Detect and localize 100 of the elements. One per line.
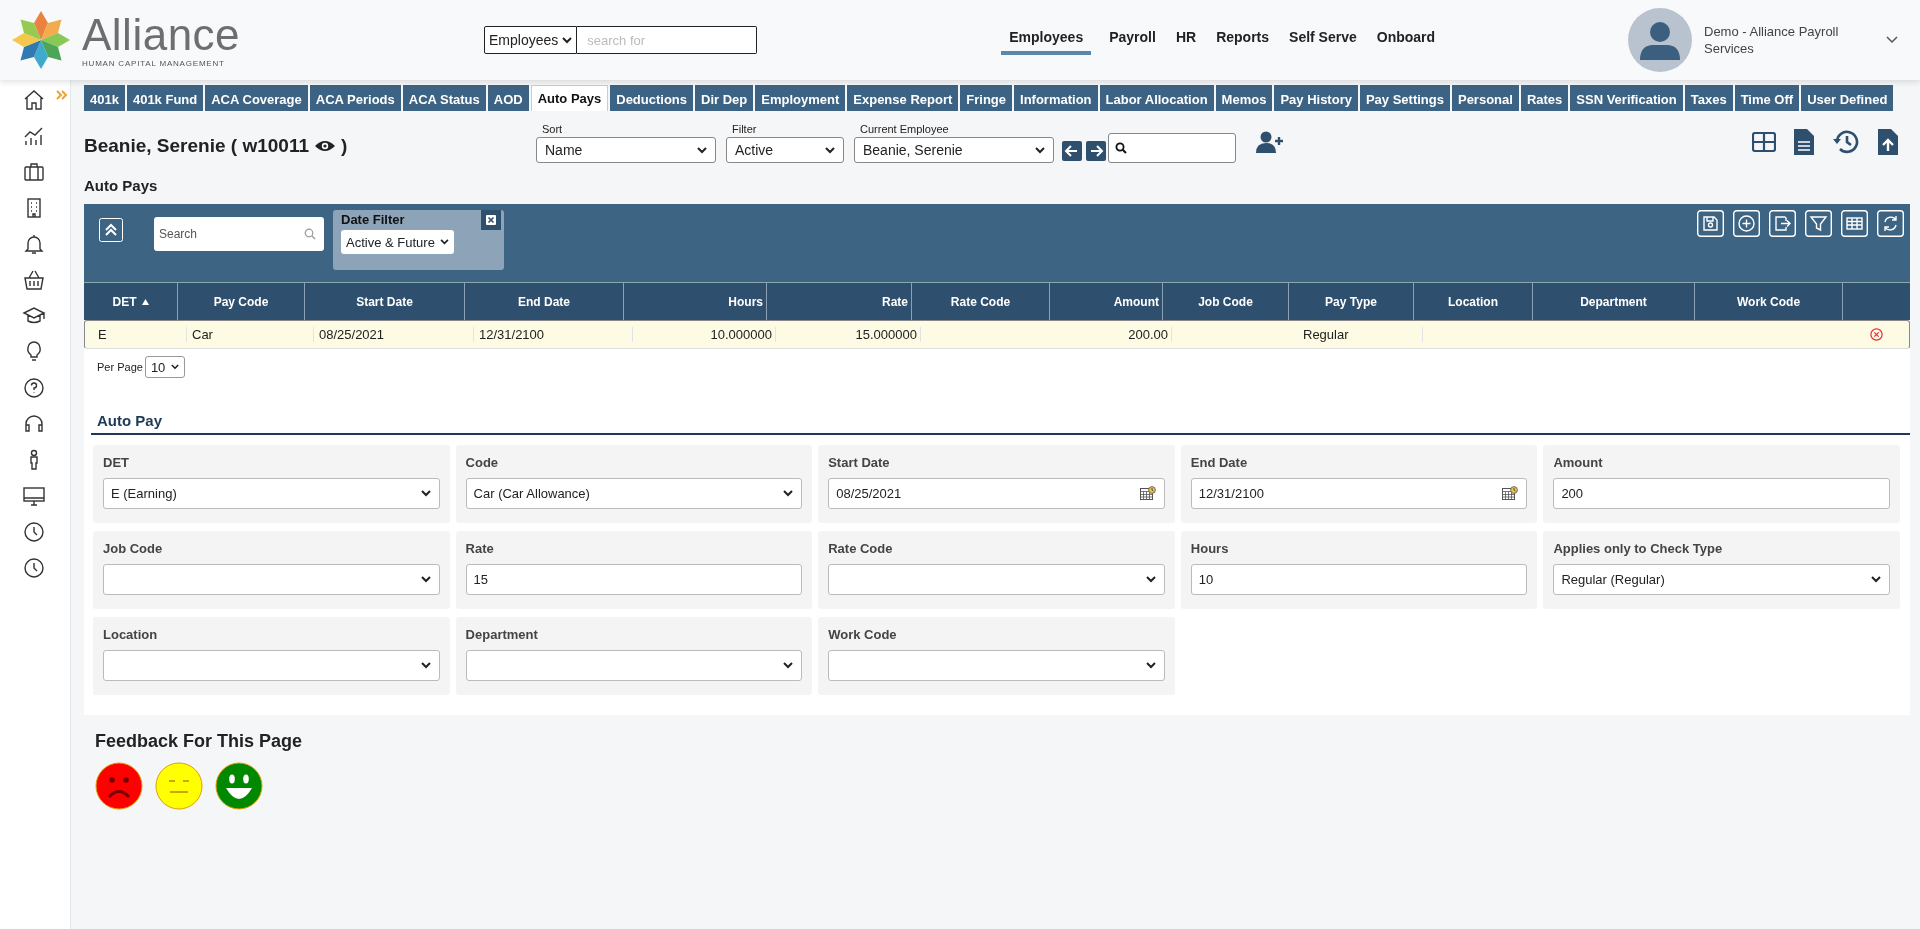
current-employee-label: Current Employee [859, 123, 950, 135]
chevron-down-icon[interactable] [1886, 36, 1898, 44]
caret-icon [171, 364, 180, 370]
sort-label: Sort [541, 123, 564, 135]
table-row[interactable]: E Car 08/25/2021 12/31/2100 10.000000 15.000000 200.00 Regular [84, 320, 1910, 349]
select-field[interactable] [103, 650, 440, 681]
help-icon[interactable] [22, 376, 46, 400]
tab[interactable]: Employment [755, 85, 846, 111]
previous-icon[interactable] [1062, 141, 1082, 161]
employee-title-end: ) [340, 135, 348, 157]
input-field[interactable]: 15 [465, 564, 803, 595]
home-icon[interactable] [22, 88, 46, 112]
logo-name: Alliance [82, 12, 241, 57]
tab[interactable]: Personal [1451, 85, 1519, 111]
select-field[interactable] [828, 564, 1165, 595]
select-field[interactable] [828, 650, 1165, 681]
tab[interactable]: Auto Pays [530, 85, 609, 111]
collapse-icon[interactable] [99, 218, 123, 242]
user-name: Demo - Alliance Payroll Services [1704, 23, 1840, 57]
monitor-icon[interactable] [22, 484, 46, 508]
select-field[interactable]: E (Earning) [103, 478, 440, 509]
filter-icon[interactable] [1805, 210, 1832, 237]
document-icon[interactable] [1794, 129, 1814, 155]
happy-face-icon[interactable] [215, 762, 263, 810]
field-label: Work Code [828, 627, 898, 642]
basket-icon[interactable] [22, 268, 46, 292]
nav-link[interactable]: Employees [1001, 25, 1092, 55]
avatar-icon[interactable] [1628, 8, 1692, 72]
caret-icon [783, 662, 794, 669]
sort-dropdown[interactable]: Name [536, 137, 716, 163]
nav-link[interactable]: Onboard [1374, 25, 1438, 55]
search-field[interactable]: search for [577, 26, 758, 54]
nav-link[interactable]: HR [1173, 25, 1199, 55]
save-icon[interactable] [1697, 210, 1724, 237]
nav-link[interactable]: Self Serve [1287, 25, 1359, 55]
input-field[interactable]: 200 [1553, 478, 1890, 509]
tab[interactable]: AOD [487, 85, 529, 111]
eye-icon[interactable] [313, 139, 336, 153]
tab[interactable]: Deductions [610, 85, 694, 111]
refresh-icon[interactable] [1877, 210, 1904, 237]
date-filter-dropdown[interactable]: Active & Future [341, 230, 454, 254]
select-field[interactable]: Car (Car Allowance) [465, 478, 803, 509]
select-field[interactable] [465, 650, 803, 681]
history-icon[interactable] [1832, 129, 1860, 155]
calendar-icon[interactable] [1502, 486, 1519, 501]
clock-icon[interactable] [22, 520, 46, 544]
caret-icon [825, 146, 835, 154]
upload-file-icon[interactable] [1878, 129, 1898, 155]
tab[interactable]: Taxes [1684, 85, 1733, 111]
search-scope-dropdown[interactable]: Employees [484, 26, 578, 54]
date-field[interactable]: 08/25/2021 [828, 478, 1165, 509]
add-user-icon[interactable] [1256, 131, 1284, 153]
bell-icon[interactable] [22, 232, 46, 256]
clock-icon[interactable] [22, 556, 46, 580]
table-cell: 200.00 [1128, 327, 1168, 342]
filter-label: Filter [731, 123, 758, 135]
table-icon[interactable] [1841, 210, 1868, 237]
caret-icon [420, 490, 431, 497]
tab[interactable]: Time Off [1734, 85, 1800, 111]
tab[interactable]: Pay History [1274, 85, 1358, 111]
select-field[interactable]: Regular (Regular) [1553, 564, 1890, 595]
tab[interactable]: Labor Allocation [1099, 85, 1214, 111]
current-employee-dropdown[interactable]: Beanie, Serenie [854, 137, 1054, 163]
tab[interactable]: User Defined [1801, 85, 1894, 111]
date-field[interactable]: 12/31/2100 [1190, 478, 1528, 509]
grid-view-icon[interactable] [1752, 132, 1776, 152]
input-field[interactable]: 10 [1190, 564, 1528, 595]
sad-face-icon[interactable] [95, 762, 143, 810]
employee-search-field[interactable] [1108, 133, 1236, 163]
employee-title: Beanie, Serenie ( w10011 [84, 135, 309, 157]
tab[interactable]: 401k [84, 85, 125, 111]
calendar-icon[interactable] [1139, 486, 1156, 501]
tab[interactable]: ACA Periods [309, 85, 401, 111]
briefcase-icon[interactable] [22, 160, 46, 184]
grid-search-field[interactable]: Search [154, 217, 324, 251]
nav-link[interactable]: Reports [1214, 25, 1272, 55]
table-cell: Regular [1303, 327, 1349, 342]
date-filter-label: Date Filter [341, 212, 406, 227]
field-label: Hours [1190, 541, 1230, 556]
add-icon[interactable] [1733, 210, 1760, 237]
nav-link[interactable]: Payroll [1107, 25, 1158, 55]
tab[interactable]: Fringe [960, 85, 1012, 111]
tab[interactable]: Expense Report [847, 85, 959, 111]
per-page-dropdown[interactable]: 10 [144, 356, 186, 378]
tab[interactable]: Dir Dep [695, 85, 754, 111]
delete-icon[interactable] [1870, 328, 1883, 341]
tab[interactable]: Pay Settings [1359, 85, 1450, 111]
tab[interactable]: 401k Fund [126, 85, 204, 111]
export-icon[interactable] [1769, 210, 1796, 237]
table-cell: 12/31/2100 [479, 327, 545, 342]
close-icon[interactable] [481, 210, 501, 230]
select-field[interactable] [103, 564, 440, 595]
tab[interactable]: Information [1014, 85, 1098, 111]
filter-dropdown[interactable]: Active [726, 137, 844, 163]
next-icon[interactable] [1086, 141, 1106, 161]
tab[interactable]: Rates [1520, 85, 1569, 111]
tab[interactable]: SSN Verification [1570, 85, 1683, 111]
tab[interactable]: Memos [1215, 85, 1273, 111]
tab[interactable]: ACA Coverage [205, 85, 308, 111]
tab[interactable]: ACA Status [402, 85, 486, 111]
